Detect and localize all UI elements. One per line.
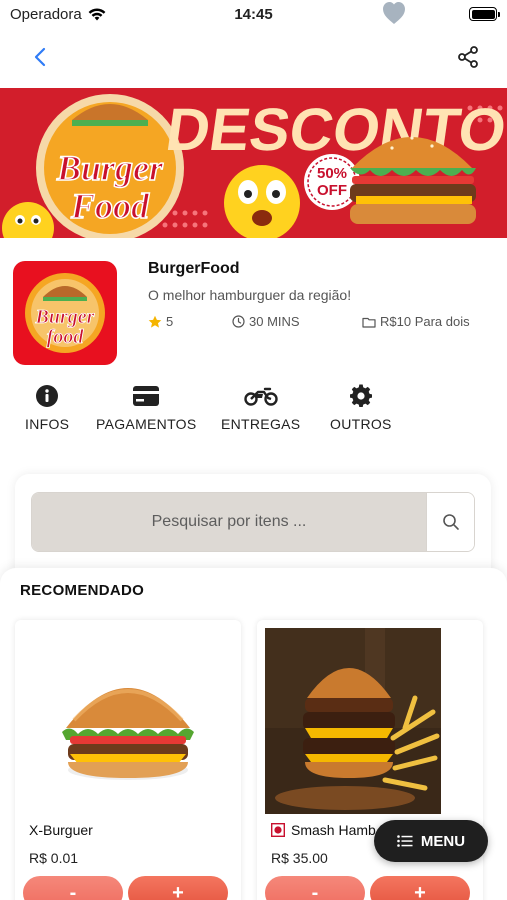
info-icon (36, 385, 59, 407)
banner-brand-line2: Food (70, 186, 150, 226)
star-icon (148, 315, 162, 328)
product-name: X-Burguer (29, 822, 93, 838)
price-for-two-value: R$10 Para dois (380, 314, 470, 329)
banner-art: Burger Food DESCONTO 50% OFF (0, 88, 507, 238)
banner-badge-line2: OFF (317, 182, 347, 199)
store-delivery-time: 30 MINS (232, 314, 300, 329)
list-icon (397, 835, 413, 847)
menu-button-label: MENU (420, 832, 466, 850)
tab-infos[interactable]: INFOS (25, 384, 69, 432)
product-name-text: Smash Hamb (291, 822, 376, 838)
battery-icon (469, 7, 500, 21)
promo-banner[interactable]: Burger Food DESCONTO 50% OFF (0, 88, 507, 238)
clock-icon (232, 315, 245, 328)
product-price: R$ 0.01 (29, 850, 79, 866)
share-icon[interactable] (455, 44, 481, 70)
store-info: Burger food BurgerFood O melhor hamburgu… (0, 250, 507, 370)
tab-entregas[interactable]: ENTREGAS (221, 384, 300, 432)
store-rating: 5 (148, 314, 173, 329)
product-name-text: X-Burguer (29, 822, 93, 838)
tab-pagamentos-label: PAGAMENTOS (96, 416, 197, 432)
product-image-x-burguer (62, 688, 194, 780)
tab-outros[interactable]: OUTROS (330, 384, 392, 432)
gear-icon (349, 384, 372, 407)
banner-headline: DESCONTO (162, 95, 507, 163)
status-bar: Operadora 14:45 (0, 0, 507, 30)
tab-entregas-label: ENTREGAS (221, 416, 301, 432)
search-box (31, 492, 475, 552)
store-name: BurgerFood (148, 260, 240, 277)
increase-quantity-button[interactable]: + (128, 876, 228, 900)
menu-button[interactable]: MENU (374, 820, 488, 862)
store-price-for-two: R$10 Para dois (362, 314, 470, 329)
logo-text-line1: Burger (35, 306, 95, 328)
heart-icon (383, 2, 405, 24)
search-icon (442, 514, 459, 530)
search-input[interactable] (32, 493, 426, 551)
rating-value: 5 (166, 314, 174, 329)
banner-badge-line1: 50% (317, 165, 347, 182)
product-name: Smash Hamb (271, 822, 376, 838)
motorcycle-icon (244, 387, 278, 406)
product-image-smash-hamb (265, 628, 441, 814)
delivery-time-value: 30 MINS (249, 314, 300, 329)
veg-marker-icon (271, 823, 285, 837)
chevron-left-icon[interactable] (28, 44, 54, 70)
decrease-quantity-button[interactable]: - (265, 876, 365, 900)
credit-card-icon (133, 386, 160, 406)
logo-text-line2: food (47, 326, 85, 348)
recommended-title: RECOMENDADO (20, 582, 145, 599)
product-price: R$ 35.00 (271, 850, 328, 866)
status-time: 14:45 (234, 6, 273, 23)
nav-bar (0, 30, 507, 86)
wallet-icon (362, 317, 376, 328)
search-button[interactable] (426, 493, 474, 551)
store-description: O melhor hamburguer da região! (148, 287, 352, 303)
store-logo: Burger food (13, 261, 117, 365)
product-card-x-burguer[interactable]: X-Burguer R$ 0.01 - + (15, 620, 241, 900)
tab-outros-label: OUTROS (330, 416, 392, 432)
banner-brand-line1: Burger (56, 148, 164, 188)
increase-quantity-button[interactable]: + (370, 876, 470, 900)
info-tabs: INFOS PAGAMENTOS ENTREGAS OUTROS (0, 384, 507, 434)
tab-infos-label: INFOS (25, 416, 70, 432)
decrease-quantity-button[interactable]: - (23, 876, 123, 900)
tab-pagamentos[interactable]: PAGAMENTOS (96, 384, 197, 432)
